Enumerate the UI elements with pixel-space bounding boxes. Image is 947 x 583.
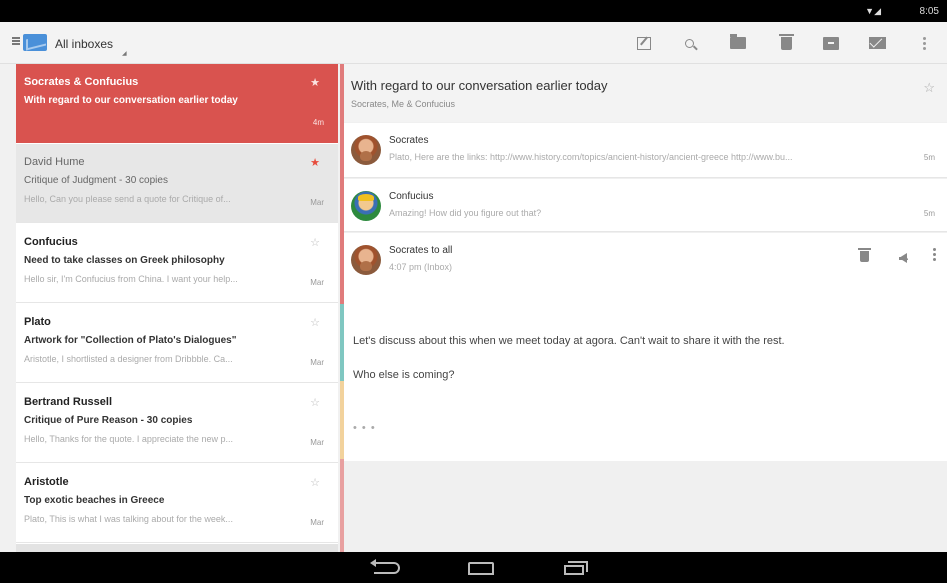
collapsed-message[interactable]: Socrates Plato, Here are the links: http…	[344, 123, 947, 178]
conversation-pane: With regard to our conversation earlier …	[340, 64, 947, 552]
message-snippet: Plato, Here are the links: http://www.hi…	[389, 152, 793, 162]
item-subject: Artwork for "Collection of Plato's Dialo…	[24, 335, 237, 346]
back-icon[interactable]	[370, 559, 400, 574]
star-icon[interactable]: ☆	[310, 476, 320, 489]
thread-header: With regard to our conversation earlier …	[344, 64, 947, 122]
mark-unread-icon[interactable]	[866, 32, 888, 54]
search-icon[interactable]	[678, 32, 700, 54]
home-icon[interactable]	[468, 562, 494, 575]
item-preview: Hello sir, I'm Confucius from China. I w…	[24, 274, 238, 284]
message-time: 5m	[923, 153, 935, 162]
status-time: 8:05	[919, 6, 939, 17]
star-icon[interactable]: ★	[310, 156, 320, 169]
item-time: Mar	[310, 438, 324, 447]
star-icon[interactable]: ☆	[310, 236, 320, 249]
recents-icon[interactable]	[564, 561, 588, 575]
item-sender: David Hume	[24, 156, 85, 168]
list-item[interactable]: Bertrand Russell Critique of Pure Reason…	[16, 384, 338, 463]
item-preview: Aristotle, I shortlisted a designer from…	[24, 354, 233, 364]
list-item[interactable]: David Hume Critique of Judgment - 30 cop…	[16, 144, 338, 223]
mail-app-icon[interactable]	[23, 34, 47, 51]
archive-icon[interactable]	[820, 32, 842, 54]
list-item[interactable]: Aristotle Top exotic beaches in Greece P…	[16, 464, 338, 543]
star-icon[interactable]: ★	[310, 76, 320, 89]
item-preview: Hello, Thanks for the quote. I appreciat…	[24, 434, 233, 444]
thread-participants: Socrates, Me & Confucius	[351, 99, 456, 109]
list-item[interactable]: Socrates & Confucius With regard to our …	[16, 64, 338, 143]
body-text: Let's discuss about this when we meet to…	[353, 335, 785, 347]
message-sender: Socrates	[389, 135, 429, 146]
message-snippet: Amazing! How did you figure out that?	[389, 208, 542, 218]
star-icon[interactable]: ☆	[310, 396, 320, 409]
list-end	[16, 544, 338, 552]
avatar[interactable]	[351, 245, 381, 275]
message-body: Let's discuss about this when we meet to…	[344, 314, 947, 461]
item-sender: Confucius	[24, 236, 78, 248]
star-icon[interactable]: ☆	[923, 80, 935, 96]
message-received: 4:07 pm (Inbox)	[389, 262, 453, 272]
message-time: 5m	[923, 209, 935, 218]
collapsed-message[interactable]: Confucius Amazing! How did you figure ou…	[344, 179, 947, 232]
avatar[interactable]	[351, 191, 381, 221]
item-time: 4m	[312, 118, 324, 127]
avatar[interactable]	[351, 135, 381, 165]
list-item[interactable]: Confucius Need to take classes on Greek …	[16, 224, 338, 303]
thread-subject: With regard to our conversation earlier …	[351, 78, 608, 93]
move-folder-icon[interactable]	[727, 32, 749, 54]
overflow-menu-icon[interactable]	[933, 247, 936, 262]
item-subject: Critique of Pure Reason - 30 copies	[24, 415, 193, 426]
overflow-menu-icon[interactable]	[913, 32, 935, 54]
accent-bar	[340, 459, 344, 552]
item-sender: Aristotle	[24, 476, 69, 488]
message-list: Socrates & Confucius With regard to our …	[16, 64, 338, 552]
status-bar: ▼◢ 8:05	[0, 0, 947, 22]
navigation-bar	[0, 552, 947, 583]
item-sender: Socrates & Confucius	[24, 76, 139, 88]
item-time: Mar	[310, 518, 324, 527]
reply-icon[interactable]	[899, 253, 908, 263]
item-subject: Need to take classes on Greek philosophy	[24, 255, 225, 266]
item-subject: With regard to our conversation earlier …	[24, 95, 238, 106]
compose-icon[interactable]	[633, 32, 655, 54]
delete-icon[interactable]	[775, 32, 797, 54]
item-subject: Top exotic beaches in Greece	[24, 495, 165, 506]
item-sender: Plato	[24, 316, 51, 328]
item-subject: Critique of Judgment - 30 copies	[24, 175, 168, 186]
star-icon[interactable]: ☆	[310, 316, 320, 329]
action-bar: All inboxes ◢	[0, 22, 947, 64]
body-text: Who else is coming?	[353, 369, 455, 381]
item-time: Mar	[310, 198, 324, 207]
item-preview: Plato, This is what I was talking about …	[24, 514, 233, 524]
delete-icon[interactable]	[858, 248, 871, 262]
show-quoted-button[interactable]: • • •	[353, 422, 376, 434]
signal-icon: ▼◢	[865, 6, 881, 16]
item-time: Mar	[310, 278, 324, 287]
menu-icon[interactable]	[12, 37, 20, 46]
inbox-selector[interactable]: All inboxes	[55, 37, 113, 51]
item-sender: Bertrand Russell	[24, 396, 113, 408]
message-sender[interactable]: Socrates to all	[389, 245, 452, 256]
item-preview: Hello, Can you please send a quote for C…	[24, 194, 231, 204]
chevron-down-icon[interactable]: ◢	[122, 50, 127, 57]
app-screen: All inboxes ◢ Socrates & Confucius With …	[0, 22, 947, 552]
list-item[interactable]: Plato Artwork for "Collection of Plato's…	[16, 304, 338, 383]
message-sender: Confucius	[389, 191, 434, 202]
open-message-header[interactable]: Socrates to all 4:07 pm (Inbox)	[344, 233, 947, 314]
item-time: Mar	[310, 358, 324, 367]
